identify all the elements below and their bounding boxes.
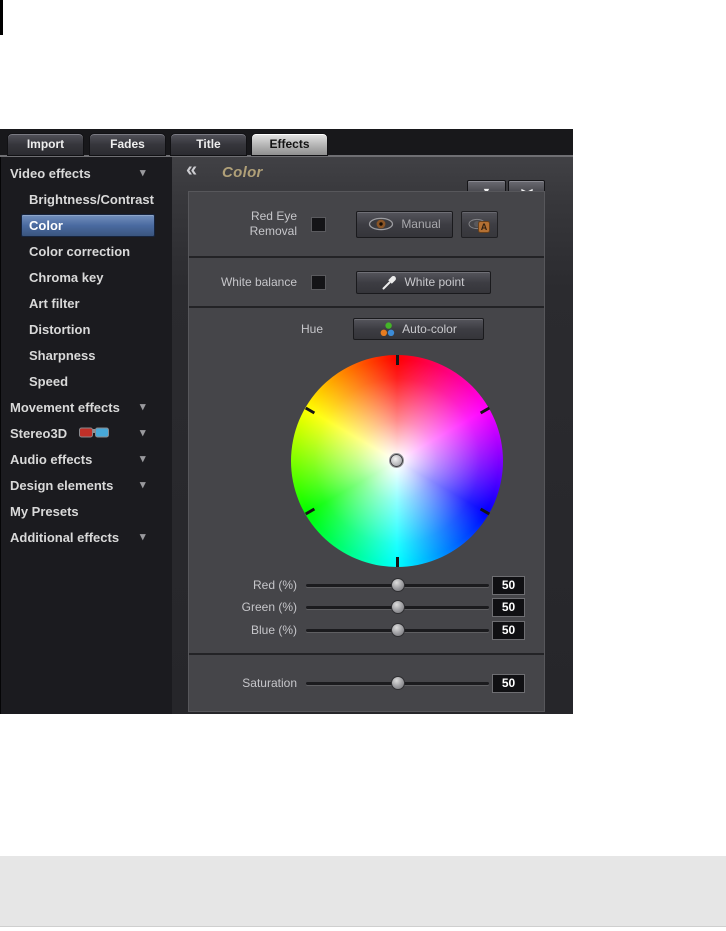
sidebar-item-stereo3d[interactable]: Stereo3D ▾ bbox=[1, 420, 172, 446]
sidebar-item-label: Chroma key bbox=[29, 269, 104, 285]
sidebar-item-additional-effects[interactable]: Additional effects ▾ bbox=[1, 524, 172, 550]
chevron-down-icon[interactable]: ▾ bbox=[140, 400, 146, 413]
red-slider[interactable] bbox=[306, 577, 489, 593]
sidebar-item-label: Distortion bbox=[29, 321, 91, 337]
sidebar-item-label: Video effects bbox=[10, 165, 91, 181]
white-balance-section: White balance White point bbox=[189, 258, 544, 306]
sidebar-item-label: Stereo3D bbox=[10, 425, 68, 441]
sidebar-item-label: Sharpness bbox=[29, 347, 96, 363]
slider-thumb[interactable] bbox=[390, 623, 405, 637]
green-slider-label: Green (%) bbox=[241, 599, 297, 614]
tab-fades[interactable]: Fades bbox=[89, 133, 166, 156]
eyedropper-icon bbox=[382, 275, 397, 290]
collapse-panel-icon[interactable]: « bbox=[186, 159, 197, 182]
chevron-down-icon[interactable]: ▾ bbox=[140, 166, 146, 179]
red-eye-removal-section: Red Eye Removal Manual A bbox=[189, 192, 544, 256]
green-slider[interactable] bbox=[306, 599, 489, 615]
selected-highlight: Color bbox=[21, 213, 155, 237]
green-slider-row: Green (%) 50 bbox=[189, 596, 544, 618]
sidebar-item-speed[interactable]: Speed bbox=[1, 368, 172, 394]
red-eye-icon bbox=[368, 217, 394, 231]
sidebar-item-label: Additional effects bbox=[10, 529, 120, 545]
sidebar-item-brightness-contrast[interactable]: Brightness/Contrast bbox=[1, 186, 172, 212]
hue-section: Hue Auto-color Red (%) 50 Green (%) 50 B… bbox=[189, 308, 544, 653]
sidebar-item-label: My Presets bbox=[10, 503, 79, 519]
slider-thumb[interactable] bbox=[390, 578, 405, 592]
wheel-tick bbox=[395, 355, 399, 365]
red-eye-manual-button[interactable]: Manual bbox=[356, 210, 453, 238]
sidebar-item-art-filter[interactable]: Art filter bbox=[1, 290, 172, 316]
red-eye-auto-button[interactable]: A bbox=[461, 210, 498, 238]
sidebar-item-movement-effects[interactable]: Movement effects ▾ bbox=[1, 394, 172, 420]
sidebar-item-color[interactable]: Color bbox=[1, 212, 172, 238]
blue-slider-label: Blue (%) bbox=[250, 622, 297, 637]
saturation-section: Saturation 50 bbox=[189, 655, 544, 711]
red-slider-label: Red (%) bbox=[252, 577, 297, 592]
sidebar-item-design-elements[interactable]: Design elements ▾ bbox=[1, 472, 172, 498]
red-value-field[interactable]: 50 bbox=[492, 575, 525, 595]
effects-sidebar: Video effects ▾ Brightness/Contrast Colo… bbox=[0, 157, 172, 714]
sidebar-item-chroma-key[interactable]: Chroma key bbox=[1, 264, 172, 290]
chevron-down-icon[interactable]: ▾ bbox=[140, 478, 146, 491]
wheel-selection-handle[interactable] bbox=[389, 453, 403, 467]
auto-color-dots-icon bbox=[380, 321, 395, 337]
tab-import[interactable]: Import bbox=[7, 133, 84, 156]
white-point-label: White point bbox=[404, 275, 465, 289]
sidebar-item-label: Art filter bbox=[29, 295, 80, 311]
tab-effects[interactable]: Effects bbox=[251, 133, 328, 156]
top-left-tick bbox=[0, 0, 3, 35]
saturation-value-field[interactable]: 50 bbox=[492, 673, 525, 693]
effects-panel: Import Fades Title Effects Video effects… bbox=[0, 129, 573, 716]
sidebar-item-label: Brightness/Contrast bbox=[29, 191, 154, 207]
saturation-label: Saturation bbox=[242, 675, 297, 690]
color-settings-group: Red Eye Removal Manual A White balance W… bbox=[188, 191, 545, 712]
sidebar-item-label: Audio effects bbox=[10, 451, 93, 467]
sidebar-item-distortion[interactable]: Distortion bbox=[1, 316, 172, 342]
page-title: Color bbox=[222, 164, 263, 181]
auto-color-label: Auto-color bbox=[402, 322, 457, 336]
sidebar-item-label: Color correction bbox=[29, 243, 131, 259]
sidebar-item-label: Speed bbox=[29, 373, 69, 389]
svg-text:A: A bbox=[481, 222, 488, 232]
red-slider-row: Red (%) 50 bbox=[189, 574, 544, 596]
panel-body: Video effects ▾ Brightness/Contrast Colo… bbox=[0, 157, 573, 714]
screenshot-page: Import Fades Title Effects Video effects… bbox=[0, 0, 726, 931]
red-eye-removal-checkbox[interactable] bbox=[311, 216, 326, 232]
sidebar-item-audio-effects[interactable]: Audio effects ▾ bbox=[1, 446, 172, 472]
white-balance-label: White balance bbox=[220, 274, 297, 289]
sidebar-item-label: Color bbox=[29, 217, 63, 233]
sidebar-item-video-effects[interactable]: Video effects ▾ bbox=[1, 160, 172, 186]
slider-thumb[interactable] bbox=[390, 600, 405, 614]
blue-slider-row: Blue (%) 50 bbox=[189, 619, 544, 641]
wheel-tick bbox=[395, 557, 399, 567]
sidebar-item-color-correction[interactable]: Color correction bbox=[1, 238, 172, 264]
tab-title[interactable]: Title bbox=[170, 133, 247, 156]
sidebar-item-sharpness[interactable]: Sharpness bbox=[1, 342, 172, 368]
green-value-field[interactable]: 50 bbox=[492, 597, 525, 617]
sidebar-item-label: Movement effects bbox=[10, 399, 120, 415]
bottom-gray-bar bbox=[0, 856, 726, 927]
3d-glasses-icon bbox=[79, 427, 110, 439]
blue-slider[interactable] bbox=[306, 622, 489, 638]
color-effect-panel: « Color ▼ ▶◀ Red Eye Removal bbox=[172, 157, 573, 714]
chevron-down-icon[interactable]: ▾ bbox=[140, 426, 146, 439]
white-point-button[interactable]: White point bbox=[356, 270, 491, 294]
hue-label: Hue bbox=[300, 322, 323, 336]
auto-color-button[interactable]: Auto-color bbox=[353, 318, 484, 340]
red-eye-removal-label: Red Eye Removal bbox=[249, 209, 297, 238]
sidebar-item-label: Design elements bbox=[10, 477, 114, 493]
saturation-slider[interactable] bbox=[306, 675, 489, 691]
chevron-down-icon[interactable]: ▾ bbox=[140, 530, 146, 543]
saturation-slider-row: Saturation 50 bbox=[189, 672, 544, 694]
white-balance-checkbox[interactable] bbox=[311, 274, 326, 290]
chevron-down-icon[interactable]: ▾ bbox=[140, 452, 146, 465]
hue-color-wheel[interactable] bbox=[291, 355, 503, 567]
auto-red-eye-icon: A bbox=[468, 216, 491, 233]
slider-thumb[interactable] bbox=[390, 676, 405, 690]
blue-value-field[interactable]: 50 bbox=[492, 620, 525, 640]
manual-button-label: Manual bbox=[401, 217, 441, 231]
sidebar-item-my-presets[interactable]: My Presets bbox=[1, 498, 172, 524]
tab-bar: Import Fades Title Effects bbox=[0, 129, 573, 157]
